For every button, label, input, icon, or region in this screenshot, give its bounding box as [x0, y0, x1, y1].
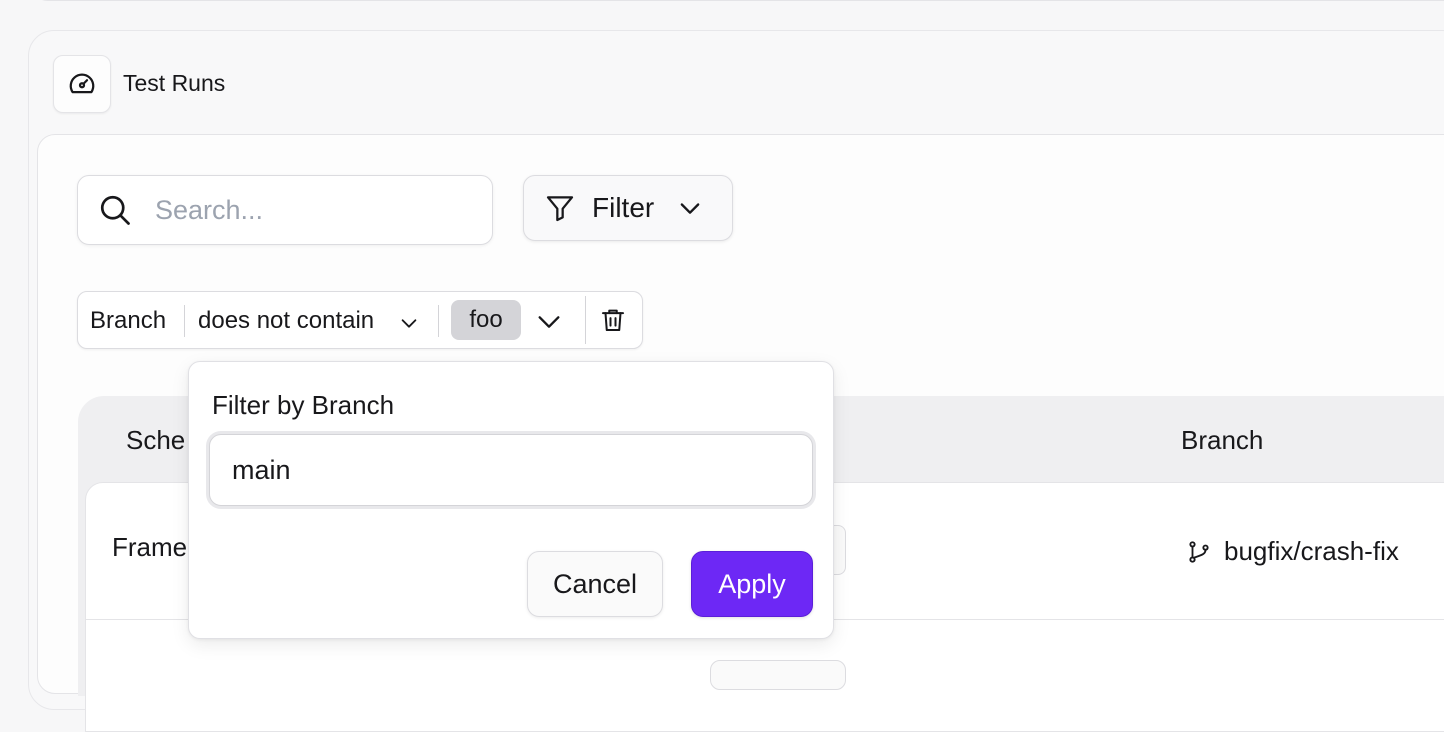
header-icon-box	[53, 55, 111, 113]
top-panel-edge	[30, 0, 1444, 1]
chip-divider	[585, 296, 586, 344]
search-icon	[97, 192, 133, 228]
filter-operator-dropdown[interactable]: does not contain	[198, 307, 374, 335]
chip-divider	[438, 305, 439, 337]
chevron-down-icon[interactable]	[533, 308, 565, 336]
filter-value-badge[interactable]: foo	[451, 300, 521, 340]
git-branch-icon	[1186, 539, 1212, 565]
search-input[interactable]	[155, 194, 455, 226]
filter-button[interactable]: Filter	[523, 175, 733, 241]
chevron-down-icon	[676, 194, 704, 222]
page-title: Test Runs	[123, 70, 226, 96]
row-branch-cell: bugfix/crash-fix	[1186, 536, 1399, 567]
chip-divider	[184, 305, 185, 337]
branch-name: bugfix/crash-fix	[1224, 536, 1399, 566]
chevron-down-icon[interactable]	[398, 312, 420, 334]
branch-filter-input[interactable]	[209, 434, 813, 506]
row-badge	[710, 660, 846, 690]
filter-button-label: Filter	[592, 192, 655, 223]
filter-field-label: Branch	[90, 307, 167, 334]
funnel-icon	[544, 192, 576, 224]
active-filter-chip: Branch does not contain foo	[77, 291, 643, 349]
trash-icon[interactable]	[598, 305, 628, 335]
row-name-cell[interactable]: Frame	[112, 532, 187, 563]
apply-button[interactable]: Apply	[691, 551, 813, 617]
cancel-button[interactable]: Cancel	[527, 551, 663, 617]
column-header-schedule[interactable]: Sche	[126, 425, 185, 456]
filter-by-branch-popover: Filter by Branch Cancel Apply	[188, 361, 834, 639]
search-box[interactable]	[77, 175, 493, 245]
popover-title: Filter by Branch	[212, 390, 395, 420]
gauge-icon	[67, 69, 97, 99]
column-header-branch[interactable]: Branch	[1181, 425, 1263, 456]
